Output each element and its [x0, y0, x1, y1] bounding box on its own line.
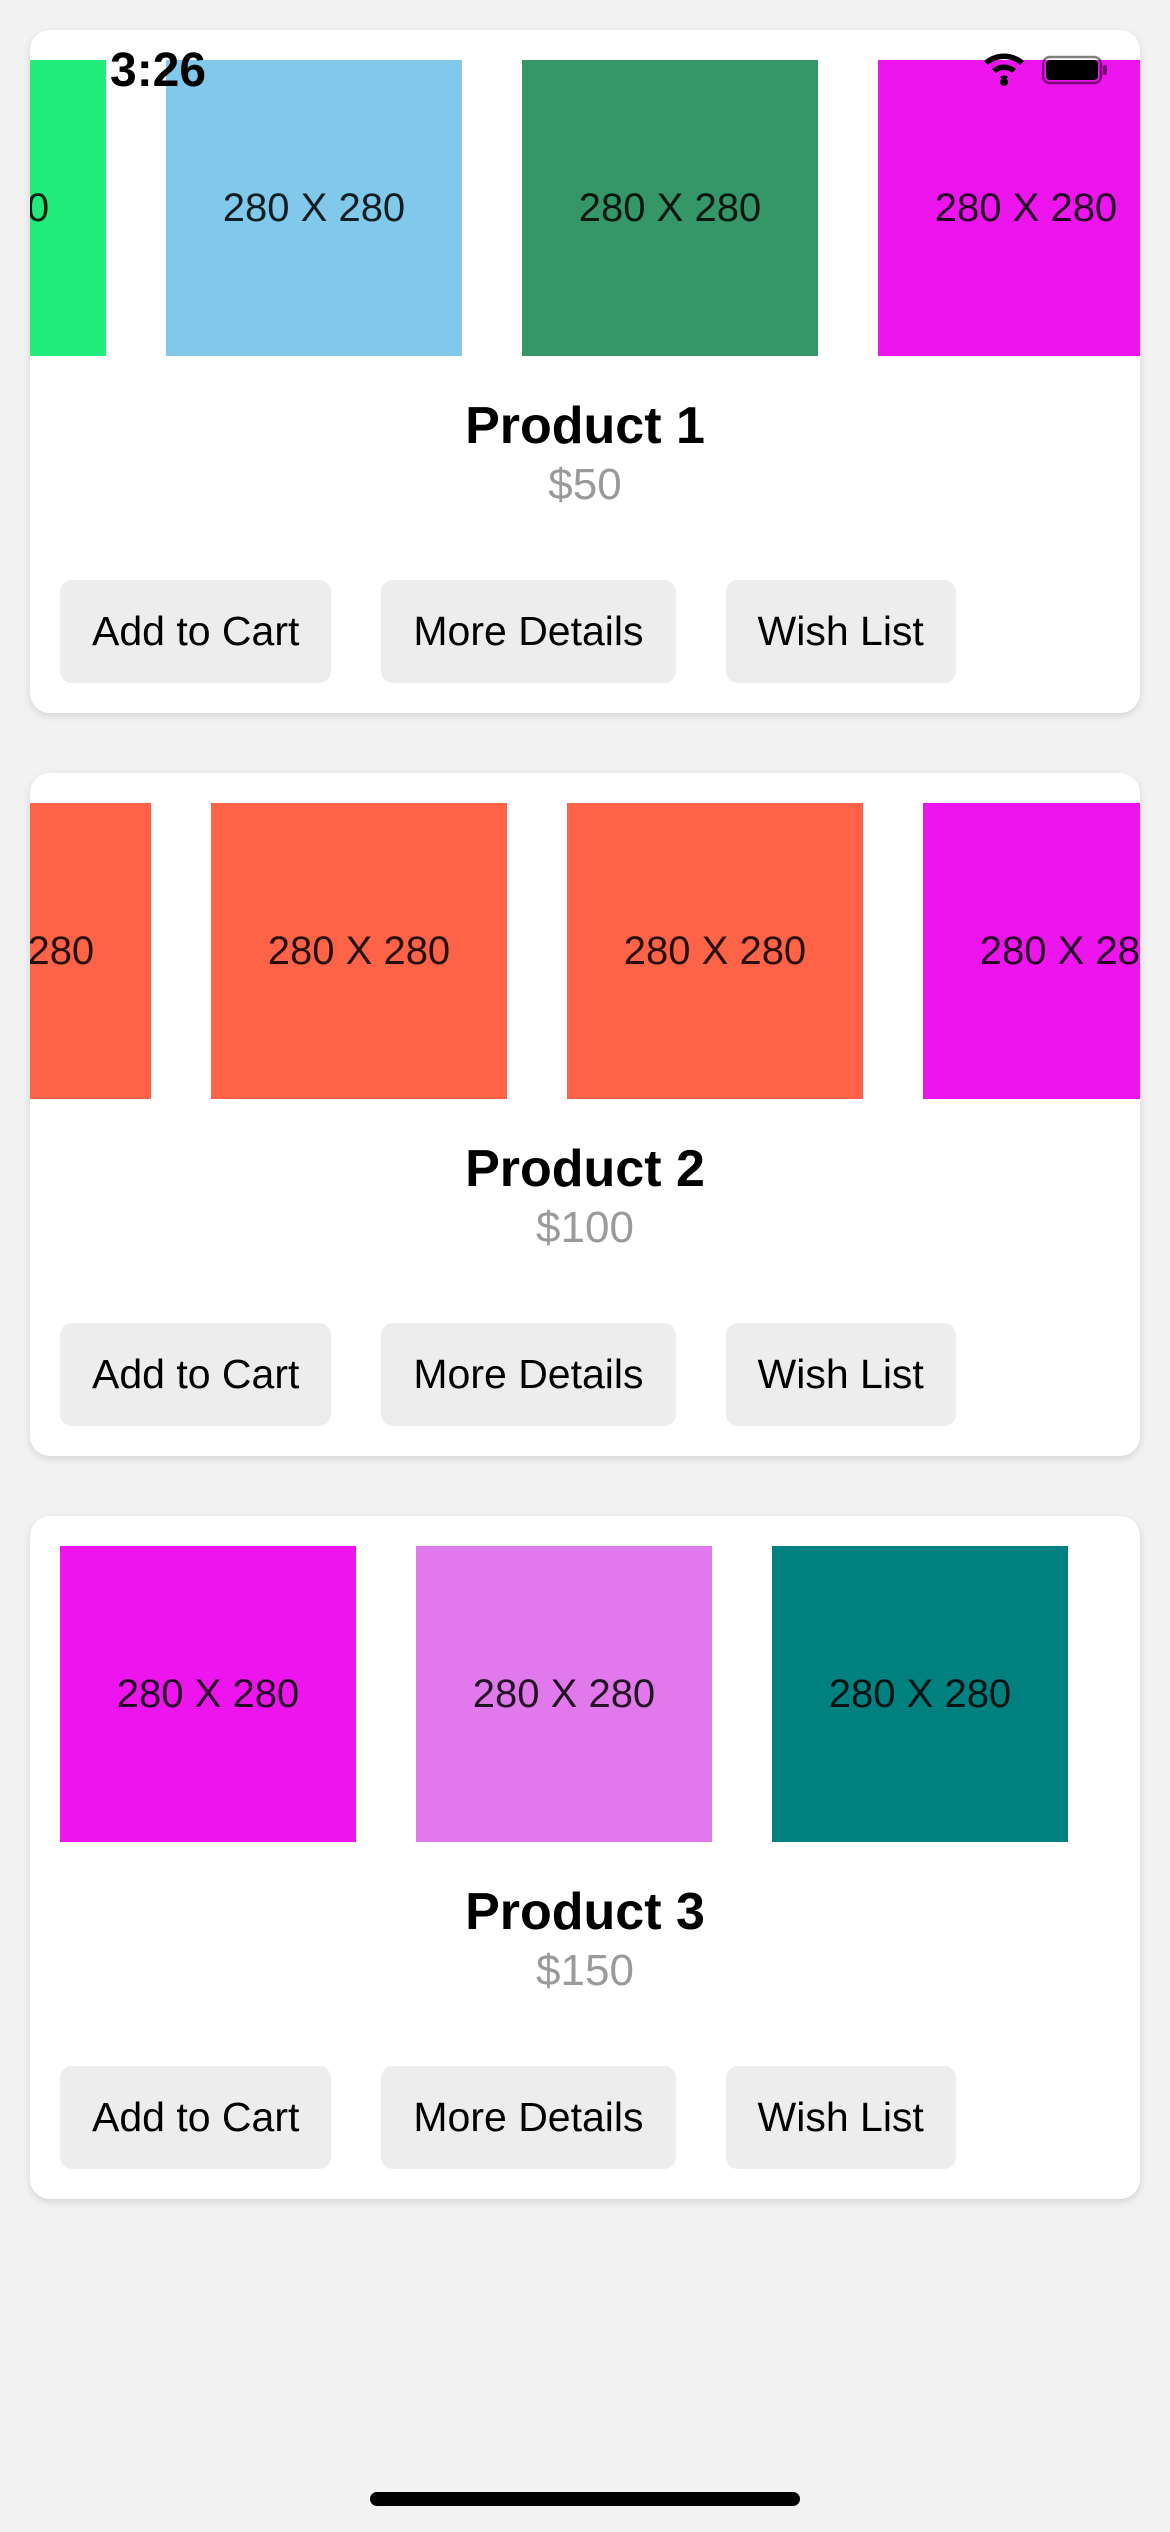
product-price: $50: [30, 460, 1140, 510]
placeholder-image: 280 X 280: [878, 60, 1140, 356]
add-to-cart-button[interactable]: Add to Cart: [60, 1323, 331, 1426]
image-carousel[interactable]: 280 X 280280 X 280280 X 280: [30, 1516, 1140, 1872]
status-time: 3:26: [110, 43, 206, 98]
button-row: Add to Cart More Details Wish List: [30, 510, 1140, 713]
wish-list-button[interactable]: Wish List: [726, 580, 956, 683]
home-indicator: [370, 2492, 800, 2506]
battery-icon: [1042, 54, 1110, 86]
placeholder-image: 280 X 280: [166, 60, 462, 356]
placeholder-image: 280 X 280: [211, 803, 507, 1099]
image-carousel[interactable]: 280 X 280280 X 280280 X 280280 X 280: [30, 773, 1140, 1129]
wifi-icon: [982, 53, 1026, 87]
placeholder-image: 280 X 280: [567, 803, 863, 1099]
product-card: 280 X 280280 X 280280 X 280280 X 280Prod…: [30, 773, 1140, 1456]
status-right: [982, 53, 1110, 87]
placeholder-image: 280 X 280: [60, 1546, 356, 1842]
more-details-button[interactable]: More Details: [381, 2066, 675, 2169]
add-to-cart-button[interactable]: Add to Cart: [60, 580, 331, 683]
placeholder-image: 280 X 280: [522, 60, 818, 356]
button-row: Add to Cart More Details Wish List: [30, 1253, 1140, 1456]
more-details-button[interactable]: More Details: [381, 580, 675, 683]
placeholder-image: 280 X 280: [416, 1546, 712, 1842]
product-title: Product 3: [30, 1882, 1140, 1942]
product-title: Product 1: [30, 396, 1140, 456]
content-area: 280 X 280280 X 280280 X 280280 X 280Prod…: [0, 0, 1170, 2289]
button-row: Add to Cart More Details Wish List: [30, 1996, 1140, 2199]
status-bar: 3:26: [0, 0, 1170, 100]
placeholder-image: 280 X 280: [772, 1546, 1068, 1842]
wish-list-button[interactable]: Wish List: [726, 1323, 956, 1426]
placeholder-image: 280 X 280: [923, 803, 1140, 1099]
placeholder-image: 280 X 280: [30, 60, 106, 356]
product-title: Product 2: [30, 1139, 1140, 1199]
placeholder-image: 280 X 280: [30, 803, 151, 1099]
product-card: 280 X 280280 X 280280 X 280280 X 280Prod…: [30, 30, 1140, 713]
more-details-button[interactable]: More Details: [381, 1323, 675, 1426]
product-price: $100: [30, 1203, 1140, 1253]
product-price: $150: [30, 1946, 1140, 1996]
product-card: 280 X 280280 X 280280 X 280Product 3$150…: [30, 1516, 1140, 2199]
wish-list-button[interactable]: Wish List: [726, 2066, 956, 2169]
add-to-cart-button[interactable]: Add to Cart: [60, 2066, 331, 2169]
